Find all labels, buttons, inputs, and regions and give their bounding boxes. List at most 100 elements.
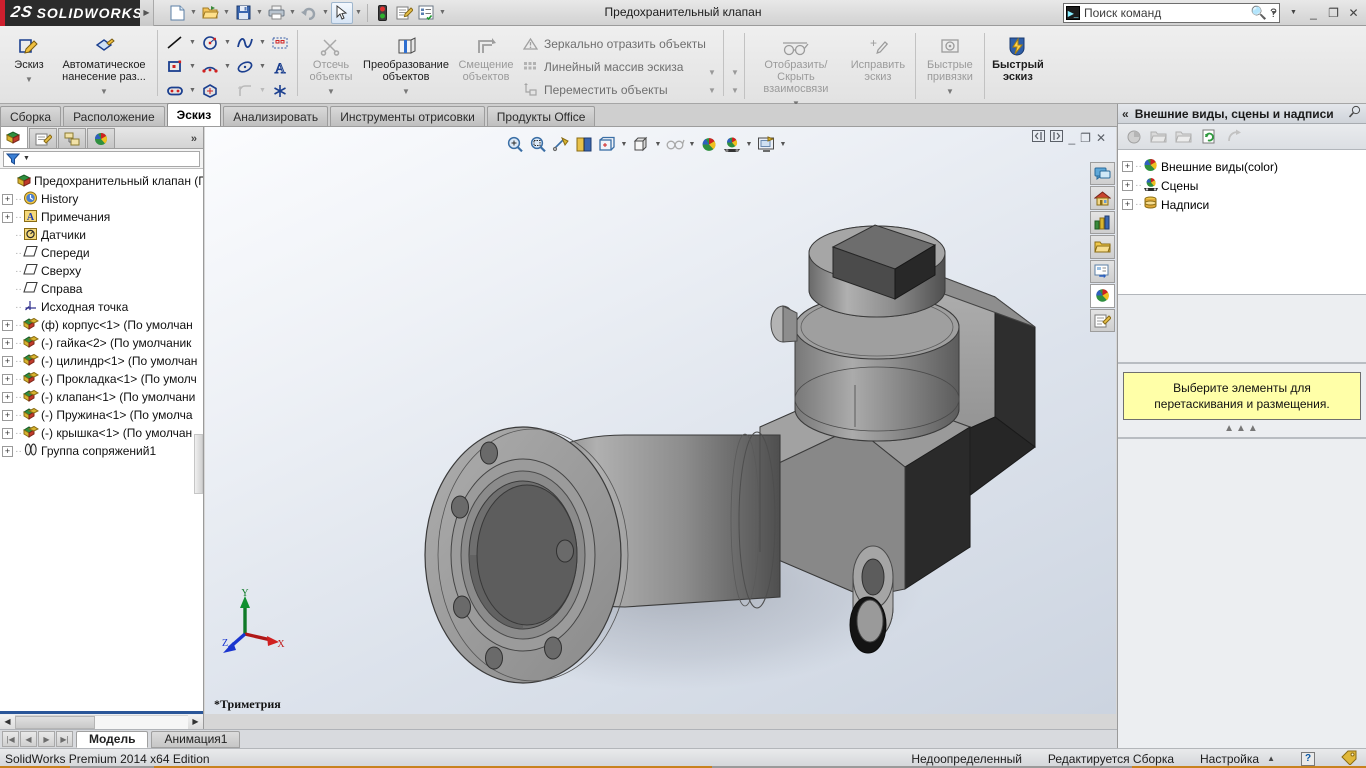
slot-tool-caret[interactable]: ▼ xyxy=(187,87,198,94)
options-caret[interactable]: ▼ xyxy=(437,2,448,24)
previous-tab-button[interactable]: ◀ xyxy=(20,731,37,747)
hide-show-items-icon[interactable] xyxy=(630,133,652,155)
filter-input[interactable]: ▼ xyxy=(3,150,200,167)
scenes-row[interactable]: + ·· Сцены xyxy=(1118,176,1366,195)
document-tab-model[interactable]: Модель xyxy=(76,730,149,748)
tree-item-component-gayka[interactable]: + ·· (-) гайка<2> (По умолчаник xyxy=(0,334,203,352)
point-tool-icon[interactable] xyxy=(268,80,292,102)
display-pane-caret[interactable]: ▼ xyxy=(778,141,788,148)
view-settings-caret[interactable]: ▼ xyxy=(744,141,754,148)
restore-right-icon[interactable] xyxy=(1050,130,1064,145)
spline-tool-icon[interactable] xyxy=(233,32,257,54)
feature-tree-horizontal-scrollbar[interactable]: ◀ ▶ xyxy=(0,714,204,729)
trim-entities-button[interactable]: Отсечь объекты ▼ xyxy=(303,29,359,100)
view-palette-icon[interactable] xyxy=(1090,259,1115,284)
tree-item-front-plane[interactable]: ·· Спереди xyxy=(0,244,203,262)
close-icon[interactable]: ✕ xyxy=(1345,3,1362,22)
tree-item-component-pruzhina[interactable]: + ·· (-) Пружина<1> (По умолча xyxy=(0,406,203,424)
mirror-entities-row[interactable]: Зеркально отразить объекты xyxy=(519,32,706,55)
next-tab-button[interactable]: ▶ xyxy=(38,731,55,747)
new-folder-button-icon[interactable] xyxy=(1173,126,1194,147)
appearances-tree[interactable]: + ·· Внешние виды(color) + ·· Сцены + ·· xyxy=(1118,150,1366,295)
menu-expand-arrow[interactable]: ▶ xyxy=(140,0,154,26)
print-document-icon[interactable] xyxy=(265,2,287,24)
tree-item-right-plane[interactable]: ·· Справа xyxy=(0,280,203,298)
open-document-icon[interactable] xyxy=(199,2,221,24)
expand-toggle[interactable]: + xyxy=(2,211,13,223)
scroll-track[interactable] xyxy=(15,714,188,729)
sketch-button-dropdown[interactable]: ▼ xyxy=(25,74,33,86)
expand-toggle[interactable]: + xyxy=(1122,161,1133,172)
expand-toggle[interactable]: + xyxy=(1122,199,1133,210)
appearances-scenes-decals-icon[interactable] xyxy=(1090,284,1115,308)
tree-item-history[interactable]: + ·· History xyxy=(0,190,203,208)
new-document-icon[interactable] xyxy=(166,2,188,24)
spline-tool-caret[interactable]: ▼ xyxy=(257,39,268,46)
tree-item-component-prokladka[interactable]: + ·· (-) Прокладка<1> (По умолч xyxy=(0,370,203,388)
feature-tree[interactable]: Предохранительный клапан (П + ·· History… xyxy=(0,169,203,711)
scroll-thumb[interactable] xyxy=(15,715,95,729)
edit-appearance-caret[interactable]: ▼ xyxy=(687,141,697,148)
tree-item-origin[interactable]: ·· Исходная точка xyxy=(0,298,203,316)
line-tool-icon[interactable] xyxy=(163,32,187,54)
design-library-icon[interactable] xyxy=(1090,186,1115,210)
repair-sketch-button[interactable]: + Исправить эскиз xyxy=(844,29,912,85)
tree-item-component-kryshka[interactable]: + ·· (-) крышка<1> (По умолчан xyxy=(0,424,203,442)
polygon-tool-icon[interactable] xyxy=(198,80,222,102)
help-icon[interactable]: ? xyxy=(1265,3,1282,22)
search-folder-icon[interactable] xyxy=(1090,235,1115,259)
offset-entities-button[interactable]: Смещение объектов xyxy=(453,29,519,85)
trim-entities-dropdown[interactable]: ▼ xyxy=(327,86,335,98)
undo-icon[interactable] xyxy=(298,2,320,24)
quick-snaps-dropdown[interactable]: ▼ xyxy=(946,86,954,98)
save-document-icon[interactable] xyxy=(232,2,254,24)
convert-entities-dropdown[interactable]: ▼ xyxy=(402,86,410,98)
scroll-left-arrow[interactable]: ◀ xyxy=(0,714,15,729)
print-document-caret[interactable]: ▼ xyxy=(287,2,298,24)
open-folder-button-icon[interactable] xyxy=(1148,126,1169,147)
zoom-to-area-icon[interactable] xyxy=(527,133,549,155)
ellipse-tool-caret[interactable]: ▼ xyxy=(257,63,268,70)
expand-toggle[interactable]: + xyxy=(2,391,13,403)
display-pane-icon[interactable] xyxy=(755,133,777,155)
solidworks-resources-icon[interactable] xyxy=(1090,162,1115,186)
open-document-caret[interactable]: ▼ xyxy=(221,2,232,24)
hide-show-items-caret[interactable]: ▼ xyxy=(653,141,663,148)
tree-item-sensors[interactable]: ·· Датчики xyxy=(0,226,203,244)
circle-tool-icon[interactable] xyxy=(198,32,222,54)
smart-dimension-dropdown[interactable]: ▼ xyxy=(100,86,108,98)
tab-assembly[interactable]: Сборка xyxy=(0,106,62,126)
display-manager-tab[interactable] xyxy=(87,128,115,148)
restore-window-icon[interactable]: ❐ xyxy=(1080,131,1091,145)
tab-office-products[interactable]: Продукты Office xyxy=(486,106,596,126)
command-search-box[interactable]: ▶_ Поиск команд 🔍 ▼ xyxy=(1063,3,1280,23)
display-style-icon[interactable] xyxy=(596,133,618,155)
pin-icon[interactable] xyxy=(1348,105,1362,122)
tab-evaluate[interactable]: Анализировать xyxy=(223,106,329,126)
zoom-to-fit-icon[interactable] xyxy=(504,133,526,155)
tree-item-annotations[interactable]: + ·· A Примечания xyxy=(0,208,203,226)
move-entities-caret[interactable]: ▼ xyxy=(706,81,718,99)
close-window-icon[interactable]: ✕ xyxy=(1096,131,1106,145)
text-tool-icon[interactable]: A xyxy=(268,56,292,78)
expand-toggle[interactable]: + xyxy=(2,409,13,421)
convert-entities-button[interactable]: Преобразование объектов ▼ xyxy=(359,29,453,100)
select-tool-caret[interactable]: ▼ xyxy=(353,2,364,24)
relations-caret-a[interactable]: ▼ xyxy=(729,63,741,81)
expand-toggle[interactable]: + xyxy=(2,427,13,439)
expand-toggle[interactable]: + xyxy=(1122,180,1133,191)
view-orientation-icon[interactable] xyxy=(573,133,595,155)
feature-tree-scrollbar[interactable] xyxy=(194,434,203,494)
back-button-icon[interactable] xyxy=(1123,126,1144,147)
feature-manager-tab[interactable] xyxy=(0,126,28,148)
appearances-row[interactable]: + ·· Внешние виды(color) xyxy=(1118,157,1366,176)
file-properties-icon[interactable] xyxy=(393,2,415,24)
help-caret[interactable]: ▼ xyxy=(1285,3,1302,22)
linear-pattern-caret[interactable]: ▼ xyxy=(706,63,718,81)
refresh-button-icon[interactable] xyxy=(1198,126,1219,147)
restore-left-icon[interactable] xyxy=(1032,130,1046,145)
new-document-caret[interactable]: ▼ xyxy=(188,2,199,24)
expand-toggle[interactable]: + xyxy=(2,193,13,205)
slot-tool-icon[interactable] xyxy=(163,80,187,102)
forward-button-icon[interactable] xyxy=(1223,126,1244,147)
